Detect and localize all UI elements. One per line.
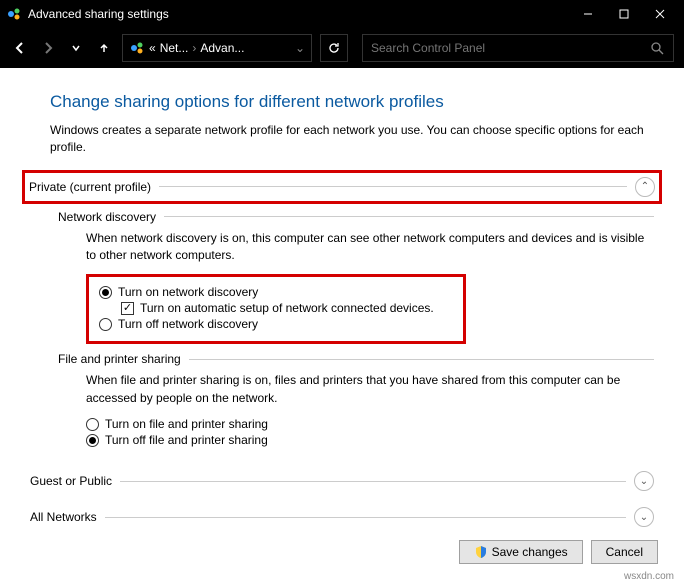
content-area: Change sharing options for different net… [0, 68, 684, 529]
section-label: Guest or Public [30, 474, 112, 488]
chevron-down-icon[interactable]: ⌄ [295, 41, 305, 55]
network-icon [129, 40, 145, 56]
option-label: Turn on file and printer sharing [105, 417, 268, 431]
divider [159, 186, 627, 187]
radio-icon [99, 318, 112, 331]
chevron-down-icon[interactable]: ⌄ [634, 471, 654, 491]
cancel-button[interactable]: Cancel [591, 540, 658, 564]
checkbox-auto-setup[interactable]: Turn on automatic setup of network conne… [121, 301, 453, 315]
minimize-button[interactable] [570, 0, 606, 28]
divider [120, 481, 626, 482]
section-all-networks[interactable]: All Networks ⌄ [30, 505, 654, 529]
radio-icon [99, 286, 112, 299]
section-label: All Networks [30, 510, 97, 524]
footer-buttons: Save changes Cancel [459, 540, 658, 564]
save-button[interactable]: Save changes [459, 540, 583, 564]
forward-button[interactable] [38, 38, 58, 58]
refresh-button[interactable] [320, 34, 348, 62]
section-guest[interactable]: Guest or Public ⌄ [30, 469, 654, 493]
divider [189, 359, 654, 360]
radio-fileprint-on[interactable]: Turn on file and printer sharing [86, 417, 654, 431]
option-label: Turn on network discovery [118, 285, 258, 299]
window-titlebar: Advanced sharing settings [0, 0, 684, 28]
file-printer-description: When file and printer sharing is on, fil… [86, 372, 654, 407]
breadcrumb-item[interactable]: Net... [160, 41, 189, 55]
window-title: Advanced sharing settings [28, 7, 169, 21]
subsection-label: Network discovery [58, 210, 156, 224]
highlight-box-discovery-options: Turn on network discovery Turn on automa… [86, 274, 466, 344]
network-discovery-description: When network discovery is on, this compu… [86, 230, 654, 265]
page-subtitle: Windows creates a separate network profi… [50, 122, 654, 156]
close-button[interactable] [642, 0, 678, 28]
up-button[interactable] [94, 38, 114, 58]
shield-icon [474, 545, 488, 559]
search-icon[interactable] [649, 40, 665, 56]
search-box[interactable] [362, 34, 674, 62]
button-label: Cancel [606, 545, 643, 559]
chevron-down-icon[interactable]: ⌄ [634, 507, 654, 527]
back-button[interactable] [10, 38, 30, 58]
chevron-up-icon[interactable]: ⌃ [635, 177, 655, 197]
subsection-network-discovery: Network discovery [58, 210, 654, 224]
breadcrumb-prefix: « [149, 41, 156, 55]
option-label: Turn off network discovery [118, 317, 258, 331]
breadcrumb[interactable]: « Net... › Advan... ⌄ [122, 34, 312, 62]
section-private[interactable]: Private (current profile) ⌃ [29, 175, 655, 199]
breadcrumb-item[interactable]: Advan... [200, 41, 244, 55]
app-icon [6, 6, 22, 22]
checkbox-icon [121, 302, 134, 315]
maximize-button[interactable] [606, 0, 642, 28]
option-label: Turn on automatic setup of network conne… [140, 301, 434, 315]
nav-toolbar: « Net... › Advan... ⌄ [0, 28, 684, 68]
radio-discovery-off[interactable]: Turn off network discovery [99, 317, 453, 331]
subsection-file-printer: File and printer sharing [58, 352, 654, 366]
divider [105, 517, 626, 518]
radio-icon [86, 418, 99, 431]
watermark: wsxdn.com [624, 571, 674, 582]
highlight-box-private: Private (current profile) ⌃ [22, 170, 662, 204]
radio-fileprint-off[interactable]: Turn off file and printer sharing [86, 433, 654, 447]
chevron-right-icon: › [192, 41, 196, 55]
radio-icon [86, 434, 99, 447]
subsection-label: File and printer sharing [58, 352, 181, 366]
page-title: Change sharing options for different net… [50, 92, 654, 112]
recent-dropdown[interactable] [66, 38, 86, 58]
section-label: Private (current profile) [29, 180, 151, 194]
divider [164, 216, 654, 217]
option-label: Turn off file and printer sharing [105, 433, 268, 447]
radio-discovery-on[interactable]: Turn on network discovery [99, 285, 453, 299]
search-input[interactable] [371, 41, 649, 55]
button-label: Save changes [492, 545, 568, 559]
